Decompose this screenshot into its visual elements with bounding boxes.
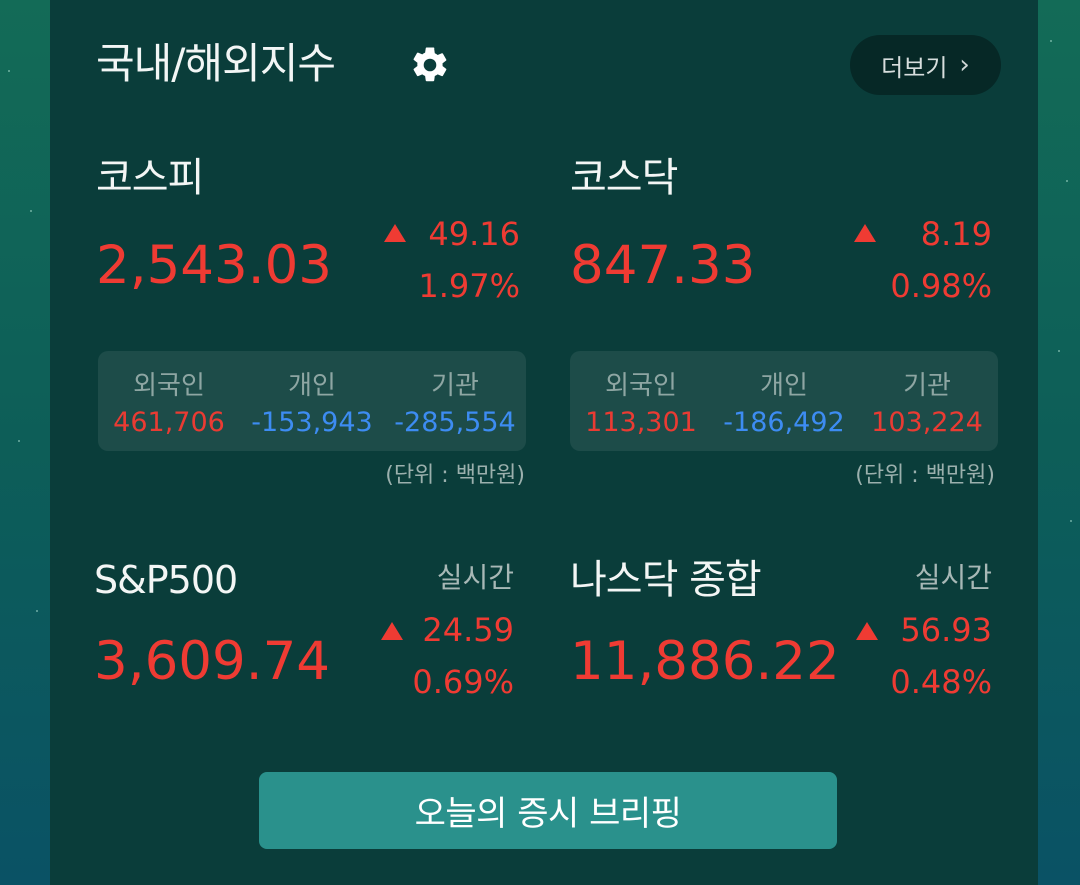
investor-value: 103,224 — [871, 407, 983, 438]
realtime-label: 실시간 — [436, 561, 514, 594]
investor-label: 외국인 — [605, 371, 677, 401]
background-left — [0, 0, 50, 885]
sp500-section[interactable]: S&P500 실시간 3,609.74 24.59 0.69% — [94, 554, 524, 704]
realtime-label: 실시간 — [914, 561, 992, 594]
background-star — [1066, 180, 1068, 182]
index-change: 24.59 — [422, 611, 514, 649]
chevron-right-icon: › — [959, 50, 970, 80]
nasdaq-section[interactable]: 나스닥 종합 실시간 11,886.22 56.93 0.48% — [570, 554, 1000, 704]
background-right — [1038, 0, 1080, 885]
investor-label: 개인 — [760, 371, 808, 401]
index-value: 2,543.03 — [96, 235, 333, 296]
more-label: 더보기 — [881, 53, 948, 82]
index-name: 코스닥 — [570, 155, 678, 201]
index-panel: 국내/해외지수 더보기 › 코스피 2,543.03 49.16 1.97% 외… — [50, 0, 1038, 885]
investor-value: -285,554 — [394, 407, 516, 438]
investor-value: 461,706 — [113, 407, 225, 438]
index-change: 49.16 — [428, 215, 520, 253]
background-star — [1070, 520, 1072, 522]
index-name: 코스피 — [96, 155, 204, 201]
index-percent: 0.69% — [412, 663, 514, 701]
index-name: S&P500 — [94, 558, 238, 602]
panel-title: 국내/해외지수 — [96, 39, 336, 88]
background-star — [36, 610, 38, 612]
background-star — [1058, 350, 1060, 352]
background-star — [8, 70, 10, 72]
background-star — [1050, 40, 1052, 42]
up-arrow-icon — [856, 622, 878, 640]
background-star — [30, 210, 32, 212]
up-arrow-icon — [854, 224, 876, 242]
investor-value: -186,492 — [723, 407, 845, 438]
index-value: 847.33 — [570, 235, 756, 296]
investor-label: 개인 — [288, 371, 336, 401]
index-change: 8.19 — [920, 215, 992, 253]
up-arrow-icon — [384, 224, 406, 242]
investor-value: -153,943 — [251, 407, 373, 438]
index-percent: 0.48% — [890, 663, 992, 701]
unit-label: (단위 : 백만원) — [385, 463, 525, 488]
index-name: 나스닥 종합 — [570, 557, 762, 603]
kosdaq-investor-flow: 외국인 113,301 개인 -186,492 기관 103,224 — [570, 351, 998, 451]
index-percent: 0.98% — [890, 267, 992, 305]
investor-label: 기관 — [431, 371, 479, 401]
index-value: 11,886.22 — [570, 631, 840, 692]
index-value: 3,609.74 — [94, 631, 331, 692]
gear-icon[interactable] — [409, 44, 451, 86]
background-star — [18, 440, 20, 442]
index-change: 56.93 — [900, 611, 992, 649]
market-briefing-button[interactable]: 오늘의 증시 브리핑 — [259, 772, 837, 849]
more-button[interactable]: 더보기 › — [850, 35, 1001, 95]
index-percent: 1.97% — [418, 267, 520, 305]
investor-label: 기관 — [903, 371, 951, 401]
unit-label: (단위 : 백만원) — [855, 463, 995, 488]
kospi-investor-flow: 외국인 461,706 개인 -153,943 기관 -285,554 — [98, 351, 526, 451]
up-arrow-icon — [381, 622, 403, 640]
investor-label: 외국인 — [133, 371, 205, 401]
investor-value: 113,301 — [585, 407, 697, 438]
